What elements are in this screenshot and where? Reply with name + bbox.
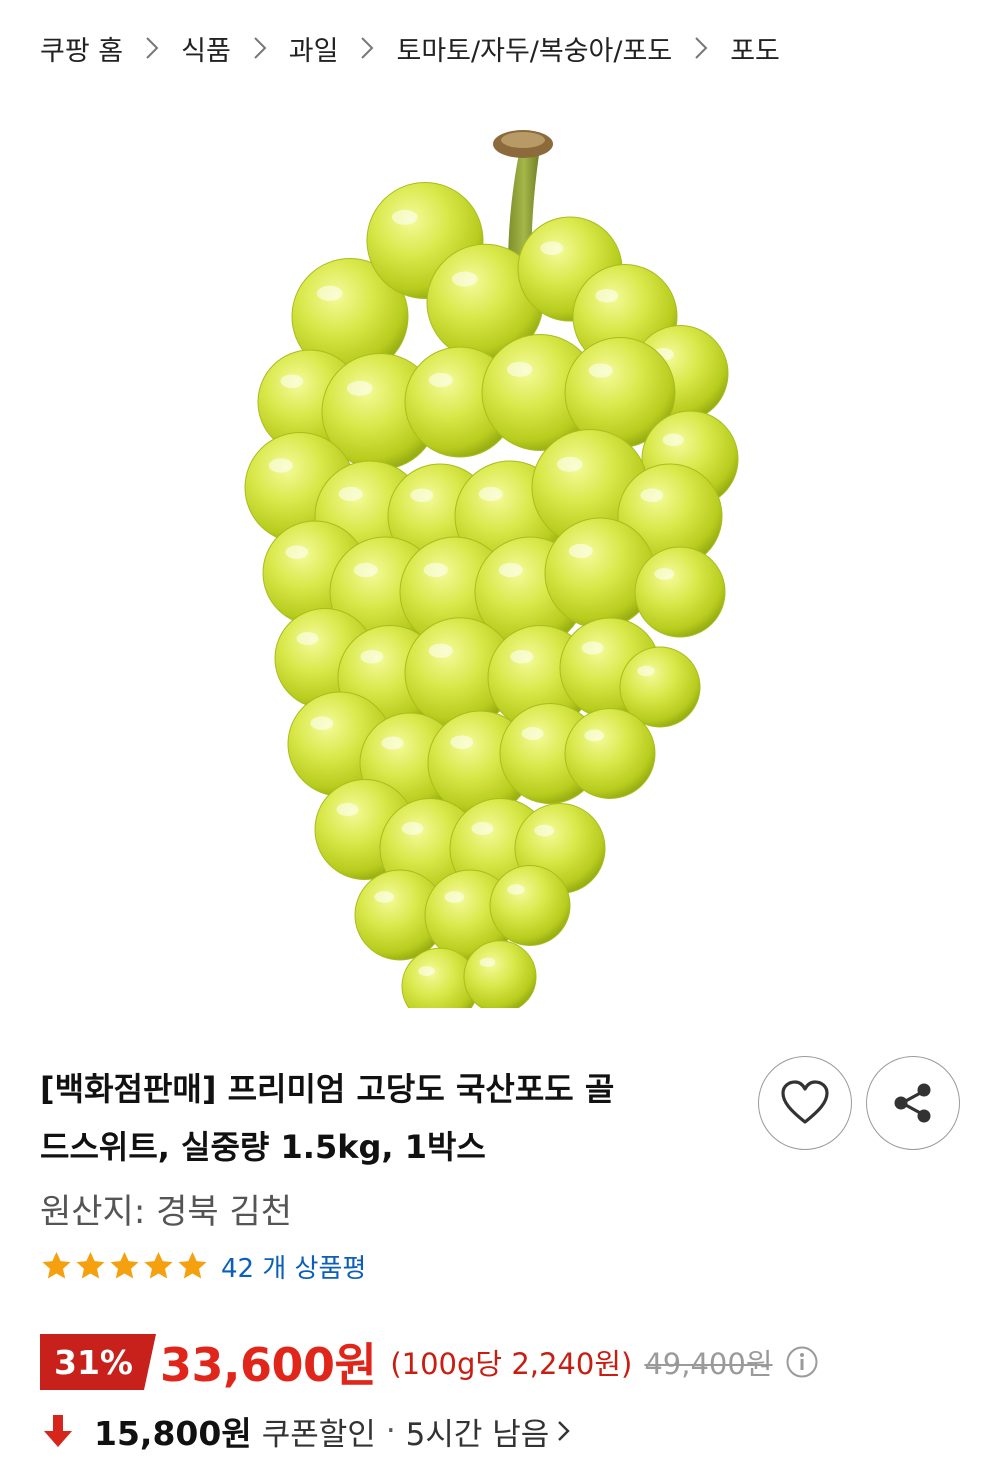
grape-berry [463, 940, 537, 1014]
share-icon [894, 1083, 931, 1123]
grape-highlight [391, 209, 418, 225]
coupon-row[interactable]: 15,800원 쿠폰할인 · 5시간 남음 [40, 1406, 571, 1456]
grape-berry [564, 708, 656, 799]
rating-stars [40, 1250, 209, 1282]
heart-icon [781, 1080, 829, 1124]
grape-highlight [556, 456, 583, 472]
grape-highlight [423, 562, 448, 578]
grape-highlight [521, 727, 544, 740]
breadcrumb-food[interactable]: 식품 [181, 29, 231, 68]
grape-highlight [662, 433, 684, 447]
wishlist-button[interactable] [758, 1056, 852, 1150]
chevron-right-icon[interactable] [557, 1419, 571, 1443]
share-button[interactable] [866, 1056, 960, 1150]
grape-highlight [507, 884, 525, 895]
grape-highlight [338, 486, 363, 502]
grape-highlight [510, 649, 534, 664]
grape-highlight [637, 665, 655, 677]
product-title: [백화점판매] 프리미엄 고당도 국산포도 골 드스위트, 실중량 1.5kg,… [40, 1060, 730, 1176]
grape-berry [489, 865, 571, 946]
grape-highlight [353, 562, 378, 578]
grape-highlight [268, 458, 293, 473]
grape-highlight [360, 649, 384, 664]
chevron-right-icon [253, 36, 267, 60]
grape-highlight [581, 641, 604, 655]
grape-berry [544, 517, 656, 629]
coupon-label: 쿠폰할인 [261, 1416, 376, 1453]
grape-highlight [401, 822, 424, 835]
grape-highlight [450, 735, 474, 749]
grape-highlight [316, 285, 343, 301]
grape-highlight [428, 643, 453, 658]
grape-highlight [285, 545, 309, 559]
breadcrumb-stone-fruit-grape[interactable]: 토마토/자두/복숭아/포도 [396, 29, 672, 68]
review-count-link[interactable]: 42 개 상품평 [221, 1248, 366, 1285]
grape-highlight [410, 488, 434, 502]
grape-highlight [588, 363, 613, 378]
breadcrumb-home[interactable]: 쿠팡 홈 [40, 29, 123, 68]
unit-price: (100g당 2,240원) [390, 1347, 633, 1381]
grape-highlight [479, 957, 496, 968]
discount-badge: 31% [40, 1334, 156, 1390]
grape-highlight [506, 361, 533, 377]
product-image[interactable] [240, 118, 780, 1025]
product-title-line2: 드스위트, 실중량 1.5kg, 1박스 [40, 1128, 486, 1166]
grape-highlight [346, 380, 373, 396]
grape-highlight [568, 543, 593, 559]
discount-rate: 31% [54, 1342, 133, 1382]
breadcrumb: 쿠팡 홈 식품 과일 토마토/자두/복숭아/포도 포도 [40, 26, 780, 70]
origin-text: 원산지: 경북 김천 [40, 1192, 293, 1232]
grape-highlight [534, 824, 555, 837]
grape-highlight [280, 374, 304, 388]
grape-highlight [310, 716, 334, 730]
grape-highlight [428, 372, 453, 388]
grape-highlight [471, 822, 494, 835]
chevron-right-icon [694, 36, 708, 60]
breadcrumb-fruit[interactable]: 과일 [289, 29, 339, 68]
rating-row: 42 개 상품평 [40, 1246, 366, 1286]
grape-highlight [451, 271, 478, 287]
star-icon [178, 1252, 207, 1279]
coupon-price: 15,800원 [94, 1414, 252, 1453]
coupon-time-left: 5시간 남음 [405, 1416, 550, 1453]
grape-highlight [381, 736, 404, 750]
grape-highlight [444, 891, 465, 903]
product-title-line1: [백화점판매] 프리미엄 고당도 국산포도 골 [40, 1070, 615, 1108]
sale-price: 33,600원 [160, 1338, 377, 1392]
grape-highlight [418, 966, 436, 976]
grape-highlight [640, 488, 664, 502]
grape-highlight [478, 486, 503, 502]
arrow-down-icon [44, 1415, 72, 1447]
separator-dot: · [385, 1413, 396, 1449]
chevron-right-icon [360, 36, 374, 60]
grape-highlight [336, 803, 359, 816]
grape-berry [634, 546, 726, 638]
grape-bunch-image [244, 130, 739, 1025]
grape-highlight [584, 729, 605, 742]
original-price: 49,400원 [644, 1347, 773, 1381]
grape-highlight [595, 288, 619, 303]
star-icon [110, 1252, 139, 1279]
grape-highlight [654, 568, 675, 580]
star-icon [144, 1252, 173, 1279]
grape-highlight [540, 241, 564, 255]
info-icon[interactable] [785, 1345, 819, 1379]
star-icon [76, 1252, 105, 1279]
grape-highlight [374, 891, 395, 903]
star-icon [42, 1252, 71, 1279]
price-row: 31% 33,600원 (100g당 2,240원) 49,400원 [40, 1330, 819, 1394]
breadcrumb-grape[interactable]: 포도 [730, 29, 780, 68]
chevron-right-icon [145, 36, 159, 60]
grape-highlight [498, 562, 523, 578]
grape-highlight [296, 632, 319, 645]
